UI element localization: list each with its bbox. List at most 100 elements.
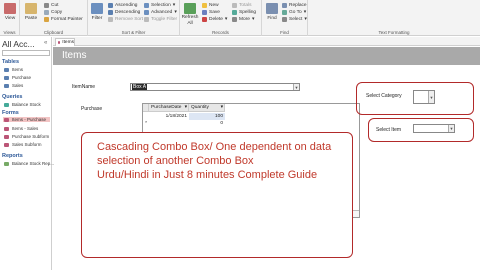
- purchase-date-header-label: PurchaseDate: [151, 105, 182, 110]
- goto-button[interactable]: Go To ▾: [282, 10, 306, 15]
- records-group: Refresh All New Save Delete ▾ Totals Spel…: [180, 0, 262, 36]
- find-group: Find Replace Go To ▾ Select ▾ Find: [262, 0, 308, 36]
- overlay-line-1: Cascading Combo Box/ One dependent on da…: [97, 141, 332, 153]
- paste-icon: [25, 3, 37, 14]
- table-cell-date[interactable]: [149, 120, 189, 127]
- paste-button[interactable]: Paste: [20, 16, 42, 21]
- find-button[interactable]: Find: [262, 16, 282, 21]
- descending-button[interactable]: Descending: [108, 10, 140, 15]
- column-header-purchase-date[interactable]: PurchaseDate ▾: [149, 104, 189, 112]
- nav-item-purchase[interactable]: Purchase: [4, 75, 31, 80]
- select-category-combo[interactable]: ▼: [413, 90, 435, 104]
- nav-search-input[interactable]: [2, 50, 50, 56]
- selection-button[interactable]: Selection ▾: [144, 3, 175, 8]
- table-cell-quantity[interactable]: 100: [189, 113, 225, 120]
- totals-label: Totals: [239, 3, 252, 8]
- nav-item-balance-stock[interactable]: Balance Stock: [4, 102, 41, 107]
- ascending-button[interactable]: Ascending: [108, 3, 137, 8]
- more-button[interactable]: More ▾: [232, 17, 254, 22]
- nav-item-items[interactable]: Items: [4, 67, 23, 72]
- nav-section-tables[interactable]: Tables: [2, 59, 19, 65]
- refresh-button[interactable]: Refresh: [180, 15, 200, 20]
- format-painter-button[interactable]: Format Painter: [44, 17, 83, 22]
- nav-section-forms[interactable]: Forms: [2, 110, 19, 116]
- chevron-down-icon[interactable]: ▾: [185, 105, 188, 110]
- select-label: Select: [289, 17, 303, 22]
- chevron-down-icon[interactable]: ▼: [428, 91, 434, 103]
- scissors-icon: [44, 3, 49, 8]
- select-item-label: Select Item: [376, 127, 402, 133]
- nav-item-balance-stock-report[interactable]: Balance Stock Rep...: [4, 161, 54, 166]
- view-button[interactable]: View: [0, 16, 20, 21]
- new-record-button[interactable]: New: [202, 3, 219, 8]
- toggle-filter-button[interactable]: Toggle Filter: [144, 17, 177, 22]
- nav-item-label: Purchase Subform: [12, 134, 50, 139]
- nav-item-items-sales[interactable]: Items - Sales: [4, 126, 38, 131]
- nav-item-items-purchase[interactable]: Items - Purchase: [3, 117, 50, 122]
- toggle-filter-icon: [144, 17, 149, 22]
- cut-button[interactable]: Cut: [44, 3, 58, 8]
- advanced-button[interactable]: Advanced ▾: [144, 10, 177, 15]
- replace-icon: [282, 3, 287, 8]
- filter-icon: [91, 3, 103, 14]
- sort-filter-group-label: Sort & Filter: [121, 30, 146, 35]
- item-name-combo[interactable]: Box A ▼: [130, 83, 300, 91]
- nav-title[interactable]: All Acc...: [2, 39, 35, 49]
- advanced-label: Advanced: [151, 10, 173, 15]
- copy-label: Copy: [51, 10, 63, 15]
- refresh-all-label: All: [187, 21, 193, 26]
- chevron-down-icon: ▾: [303, 10, 307, 15]
- remove-sort-button[interactable]: Remove Sort: [108, 17, 143, 22]
- chevron-down-icon: ▾: [224, 17, 228, 22]
- nav-item-sales[interactable]: Sales: [4, 83, 23, 88]
- selection-label: Selection: [151, 3, 171, 8]
- nav-item-label: Balance Stock: [12, 102, 41, 107]
- chevron-down-icon[interactable]: ▼: [293, 84, 299, 90]
- form-icon: [4, 126, 9, 131]
- table-cell-quantity[interactable]: 0: [189, 120, 225, 127]
- save-button[interactable]: Save: [202, 10, 220, 15]
- nav-item-sales-subform[interactable]: Sales Subform: [4, 142, 42, 147]
- spelling-button[interactable]: Spelling: [232, 10, 256, 15]
- nav-item-purchase-subform[interactable]: Purchase Subform: [4, 134, 49, 139]
- views-group-label: Views: [3, 30, 16, 35]
- remove-sort-label: Remove Sort: [115, 17, 143, 22]
- table-cell-date[interactable]: 1/18/2021: [149, 113, 189, 120]
- navigation-pane: All Acc... « Tables Items Purchase Sales…: [0, 37, 54, 270]
- select-category-label: Select Category: [366, 93, 402, 99]
- spelling-label: Spelling: [239, 10, 257, 15]
- copy-icon: [44, 10, 49, 15]
- select-item-combo[interactable]: ▼: [413, 124, 455, 133]
- nav-section-queries[interactable]: Queries: [2, 94, 22, 100]
- nav-item-label: Balance Stock Rep...: [12, 161, 55, 166]
- ascending-label: Ascending: [115, 3, 138, 8]
- view-icon: [4, 3, 16, 14]
- select-button[interactable]: Select ▾: [282, 17, 307, 22]
- nav-section-reports[interactable]: Reports: [2, 153, 23, 159]
- ribbon: View Views Paste Cut Copy Format Painter…: [0, 0, 480, 36]
- filter-button[interactable]: Filter: [88, 16, 106, 21]
- item-name-label: ItemName: [72, 84, 96, 90]
- chevron-down-icon[interactable]: ▼: [448, 125, 454, 132]
- save-label: Save: [209, 10, 220, 15]
- query-icon: [4, 102, 9, 107]
- nav-item-label: Purchase: [12, 75, 32, 80]
- copy-button[interactable]: Copy: [44, 10, 62, 15]
- tab-items[interactable]: Items: [55, 38, 75, 46]
- item-name-value: Box A: [132, 84, 148, 90]
- column-header-quantity[interactable]: Quantity ▾: [189, 104, 225, 112]
- replace-button[interactable]: Replace: [282, 3, 307, 8]
- quantity-header-label: Quantity: [191, 105, 209, 110]
- nav-item-label: Items - Sales: [12, 126, 39, 131]
- delete-icon: [202, 17, 207, 22]
- totals-button[interactable]: Totals: [232, 3, 252, 8]
- save-icon: [202, 10, 207, 15]
- cut-label: Cut: [51, 3, 59, 8]
- collapse-chevron-icon[interactable]: «: [44, 40, 47, 46]
- binoculars-icon: [266, 3, 278, 14]
- delete-button[interactable]: Delete ▾: [202, 17, 227, 22]
- more-icon: [232, 17, 237, 22]
- chevron-down-icon[interactable]: ▾: [221, 105, 224, 110]
- sigma-icon: [232, 3, 237, 8]
- selection-icon: [144, 3, 149, 8]
